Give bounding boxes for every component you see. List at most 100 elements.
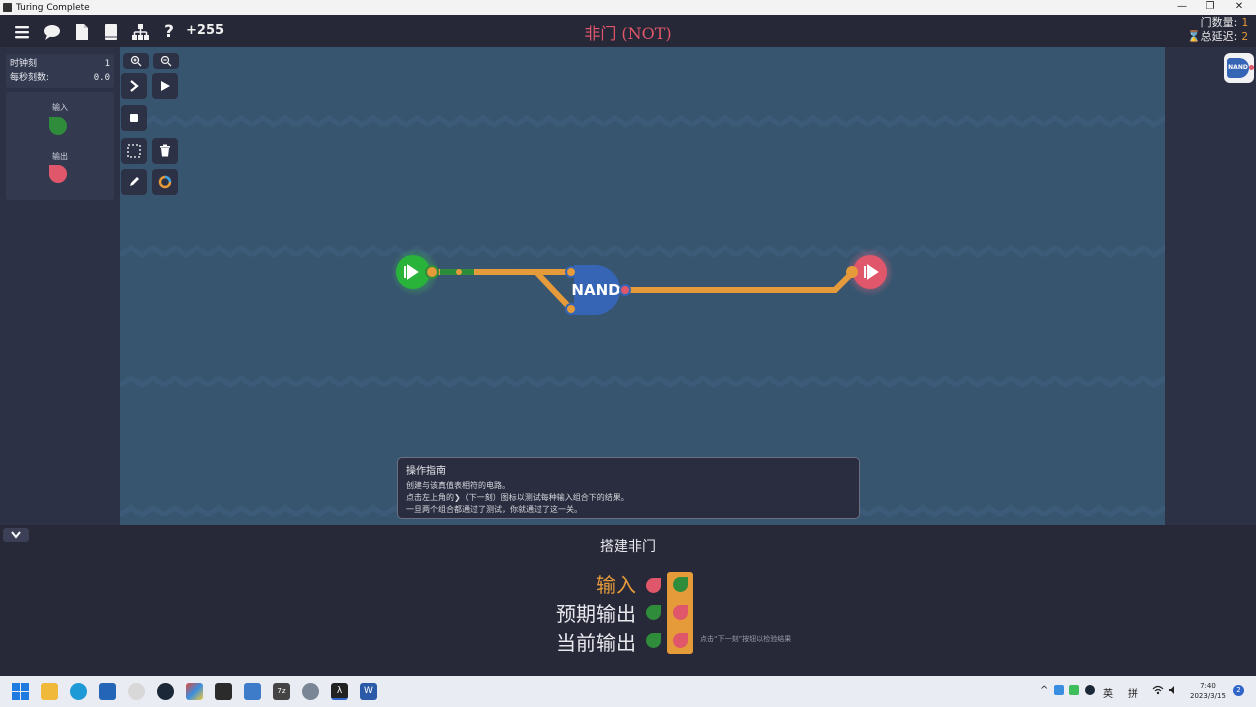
restore-button[interactable]: ❐ [1195, 0, 1225, 15]
ime-mode-indicator[interactable]: 拼 [1128, 685, 1138, 700]
close-button[interactable]: ✕ [1224, 0, 1254, 15]
truth-table-panel: 搭建非门 输入 预期输出 当前输出 点击“下一刻”按钮以检验结果 [0, 525, 1256, 676]
marquee-select-icon [127, 144, 141, 158]
input-node-pin[interactable] [425, 265, 439, 279]
nand-chip-label: NAND [1227, 58, 1249, 78]
nand-input-b-pin[interactable] [565, 303, 577, 315]
tray-steam-icon[interactable] [1085, 685, 1095, 695]
run-button[interactable] [152, 73, 178, 99]
stop-button[interactable] [121, 105, 147, 131]
ticks-per-second-label: 每秒刻数: [10, 73, 50, 83]
output-pin-label: 输出 [52, 152, 68, 161]
input-case-1-off [646, 578, 661, 593]
right-panel: NAND [1165, 47, 1256, 525]
delay-value: 2 [1241, 30, 1248, 43]
canvas-background-pattern [120, 47, 1165, 525]
zoom-in-button[interactable] [123, 53, 149, 69]
volume-icon[interactable] [1168, 685, 1178, 698]
component-palette: 输入 输出 [6, 92, 114, 200]
ime-language-indicator[interactable]: 英 [1103, 685, 1113, 700]
chevron-right-icon [130, 80, 139, 92]
pencil-tool-button[interactable] [121, 169, 147, 195]
select-tool-button[interactable] [121, 138, 147, 164]
turing-complete-taskbar-icon[interactable]: λ [331, 683, 348, 700]
canvas-toolbar [120, 47, 182, 197]
input-case-2-on [673, 577, 688, 592]
delay-label: ⌛总延迟: [1186, 30, 1238, 43]
app-icon-2[interactable] [186, 683, 203, 700]
input-pin-component[interactable] [49, 117, 67, 135]
output-pin-component[interactable] [49, 165, 67, 183]
nand-chip-output-dot [1249, 65, 1254, 70]
clock-time: 7:40 [1200, 682, 1216, 690]
store-icon[interactable] [99, 683, 116, 700]
tray-app-icon-1[interactable] [1054, 685, 1064, 695]
system-clock[interactable]: 7:40 2023/3/15 [1190, 681, 1226, 701]
top-toolbar: ? +255 非门 (NOT) 门数量: 1 ⌛总延迟: 2 [0, 15, 1256, 47]
app-icon-1[interactable] [128, 683, 145, 700]
guide-title: 操作指南 [406, 466, 446, 477]
7zip-icon[interactable]: 7z [273, 683, 290, 700]
zoom-out-button[interactable] [153, 53, 179, 69]
play-icon [161, 81, 170, 91]
circuit-canvas[interactable]: NAND [120, 47, 1165, 525]
clock-tick-value: 1 [104, 59, 110, 69]
settings-gear-icon[interactable] [302, 683, 319, 700]
level-title: 非门 (NOT) [584, 24, 672, 43]
zoom-in-icon [130, 55, 142, 67]
wifi-icon[interactable] [1152, 685, 1164, 698]
level-stats: 门数量: 1 ⌛总延迟: 2 [1187, 16, 1248, 44]
ticks-per-second-value: 0.0 [93, 73, 110, 83]
guide-line-2: 点击左上角的❯（下一刻）图标以测试每种输入组合下的结果。 [406, 493, 629, 502]
notepad-icon[interactable] [244, 683, 261, 700]
windows-taskbar: 7z λ W ^ 英 拼 7:40 2023/3/15 2 [0, 676, 1256, 707]
edge-browser-icon[interactable] [70, 683, 87, 700]
trash-icon [160, 144, 170, 157]
window-title: Turing Complete [16, 2, 90, 13]
wire-junction [456, 269, 462, 275]
guide-line-1: 创建与该真值表相符的电路。 [406, 481, 510, 490]
gate-count-label: 门数量: [1200, 16, 1238, 29]
color-picker-button[interactable] [152, 169, 178, 195]
minimize-button[interactable]: — [1167, 0, 1197, 15]
app-icon [3, 3, 12, 12]
windows-start-icon[interactable] [12, 683, 29, 700]
next-tick-hint: 点击“下一刻”按钮以检验结果 [700, 635, 792, 643]
window-titlebar: Turing Complete — ❐ ✕ [0, 0, 1256, 15]
truth-table-input-label: 输入 [596, 573, 636, 597]
clock-panel: 时钟刻 1 每秒刻数: 0.0 [6, 54, 114, 88]
next-tick-button[interactable] [121, 73, 147, 99]
circuit-board: NAND [120, 47, 1165, 525]
expected-case-2-off [673, 605, 688, 620]
word-icon[interactable]: W [360, 683, 377, 700]
truth-table-current-label: 当前输出 [556, 631, 636, 655]
gate-count-value: 1 [1241, 16, 1248, 29]
steam-icon[interactable] [157, 683, 174, 700]
current-case-1-on [646, 633, 661, 648]
instruction-guide: 操作指南 创建与该真值表相符的电路。 点击左上角的❯（下一刻）图标以测试每种输入… [397, 457, 860, 519]
tray-overflow-icon[interactable]: ^ [1040, 685, 1048, 696]
clock-date: 2023/3/15 [1190, 692, 1226, 700]
expected-case-1-on [646, 605, 661, 620]
notification-badge[interactable]: 2 [1233, 685, 1244, 696]
pencil-icon [129, 177, 139, 186]
nand-component-button[interactable]: NAND [1224, 53, 1254, 83]
output-node-pin[interactable] [846, 266, 858, 278]
file-explorer-icon[interactable] [41, 683, 58, 700]
guide-line-3: 一旦两个组合都通过了测试，你就通过了这一关。 [406, 505, 582, 514]
nand-output-pin[interactable] [619, 284, 631, 296]
nand-gate-label: NAND [571, 281, 620, 299]
truth-table-expected-label: 预期输出 [556, 602, 636, 626]
color-wheel-icon [158, 175, 172, 189]
tray-app-icon-2[interactable] [1069, 685, 1079, 695]
delete-button[interactable] [152, 138, 178, 164]
left-panel: 时钟刻 1 每秒刻数: 0.0 输入 输出 [0, 47, 120, 525]
stop-icon [130, 114, 138, 122]
zoom-out-icon [160, 55, 172, 67]
clock-tick-label: 时钟刻 [10, 59, 38, 69]
terminal-icon[interactable] [215, 683, 232, 700]
nand-input-a-pin[interactable] [565, 266, 577, 278]
current-case-2-off [673, 633, 688, 648]
task-title: 搭建非门 [600, 539, 656, 555]
input-pin-label: 输入 [52, 103, 68, 112]
